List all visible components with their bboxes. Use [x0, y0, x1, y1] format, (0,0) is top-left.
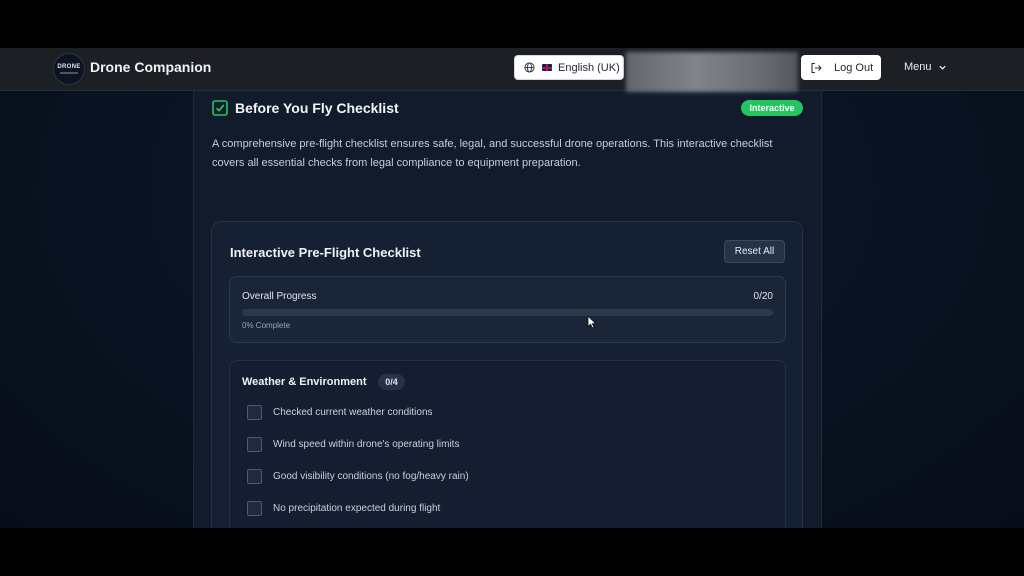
top-navbar: DRONE Drone Companion English (UK) Log O…	[0, 48, 1024, 92]
brand-name[interactable]: Drone Companion	[90, 59, 211, 75]
mouse-cursor-icon	[587, 315, 597, 329]
checklist-item-precipitation[interactable]: No precipitation expected during flight	[247, 501, 440, 516]
progress-bar	[242, 309, 773, 316]
before-you-fly-card: Before You Fly Checklist Interactive A c…	[193, 78, 822, 528]
uk-flag-icon	[542, 64, 552, 71]
language-selector-button[interactable]: English (UK)	[514, 55, 624, 80]
redacted-user-area	[626, 52, 798, 92]
progress-count: 0/20	[753, 291, 773, 302]
checklist-item-visibility[interactable]: Good visibility conditions (no fog/heavy…	[247, 469, 469, 484]
progress-percent: 0% Complete	[242, 321, 291, 330]
checklist-title: Interactive Pre-Flight Checklist	[230, 245, 421, 260]
menu-label: Menu	[904, 61, 932, 73]
checklist-item-label: Good visibility conditions (no fog/heavy…	[273, 471, 469, 482]
logo-underline	[60, 72, 78, 74]
logout-icon	[811, 62, 822, 73]
checklist-item-label: Checked current weather conditions	[273, 407, 433, 418]
checklist-item-label: No precipitation expected during flight	[273, 503, 441, 514]
logout-button[interactable]: Log Out	[801, 55, 881, 80]
checklist-item-weather-conditions[interactable]: Checked current weather conditions	[247, 405, 433, 420]
weather-environment-section: Weather & Environment 0/4 Checked curren…	[229, 360, 786, 528]
language-label: English (UK)	[558, 61, 620, 74]
interactive-badge: Interactive	[741, 100, 803, 116]
checkbox[interactable]	[247, 501, 262, 516]
menu-dropdown-button[interactable]: Menu	[904, 61, 947, 73]
progress-label: Overall Progress	[242, 291, 317, 302]
checkbox[interactable]	[247, 405, 262, 420]
card-title: Before You Fly Checklist	[235, 100, 399, 116]
checkbox[interactable]	[247, 437, 262, 452]
checkbox-checked-icon	[212, 100, 228, 116]
section-count-badge: 0/4	[378, 374, 405, 390]
section-title: Weather & Environment	[242, 376, 367, 388]
brand-logo[interactable]: DRONE	[53, 53, 85, 85]
checklist-item-wind-speed[interactable]: Wind speed within drone's operating limi…	[247, 437, 459, 452]
preflight-checklist-panel: Interactive Pre-Flight Checklist Reset A…	[211, 221, 803, 528]
logout-label: Log Out	[834, 61, 874, 74]
logo-text: DRONE	[57, 64, 81, 70]
app-viewport: DRONE Drone Companion English (UK) Log O…	[0, 48, 1024, 528]
overall-progress-box: Overall Progress 0/20 0% Complete	[229, 276, 786, 343]
globe-icon	[524, 62, 535, 73]
card-description: A comprehensive pre-flight checklist ens…	[212, 138, 773, 169]
checkbox[interactable]	[247, 469, 262, 484]
reset-all-button[interactable]: Reset All	[724, 240, 785, 263]
chevron-down-icon	[938, 65, 946, 70]
checklist-item-label: Wind speed within drone's operating limi…	[273, 439, 460, 450]
